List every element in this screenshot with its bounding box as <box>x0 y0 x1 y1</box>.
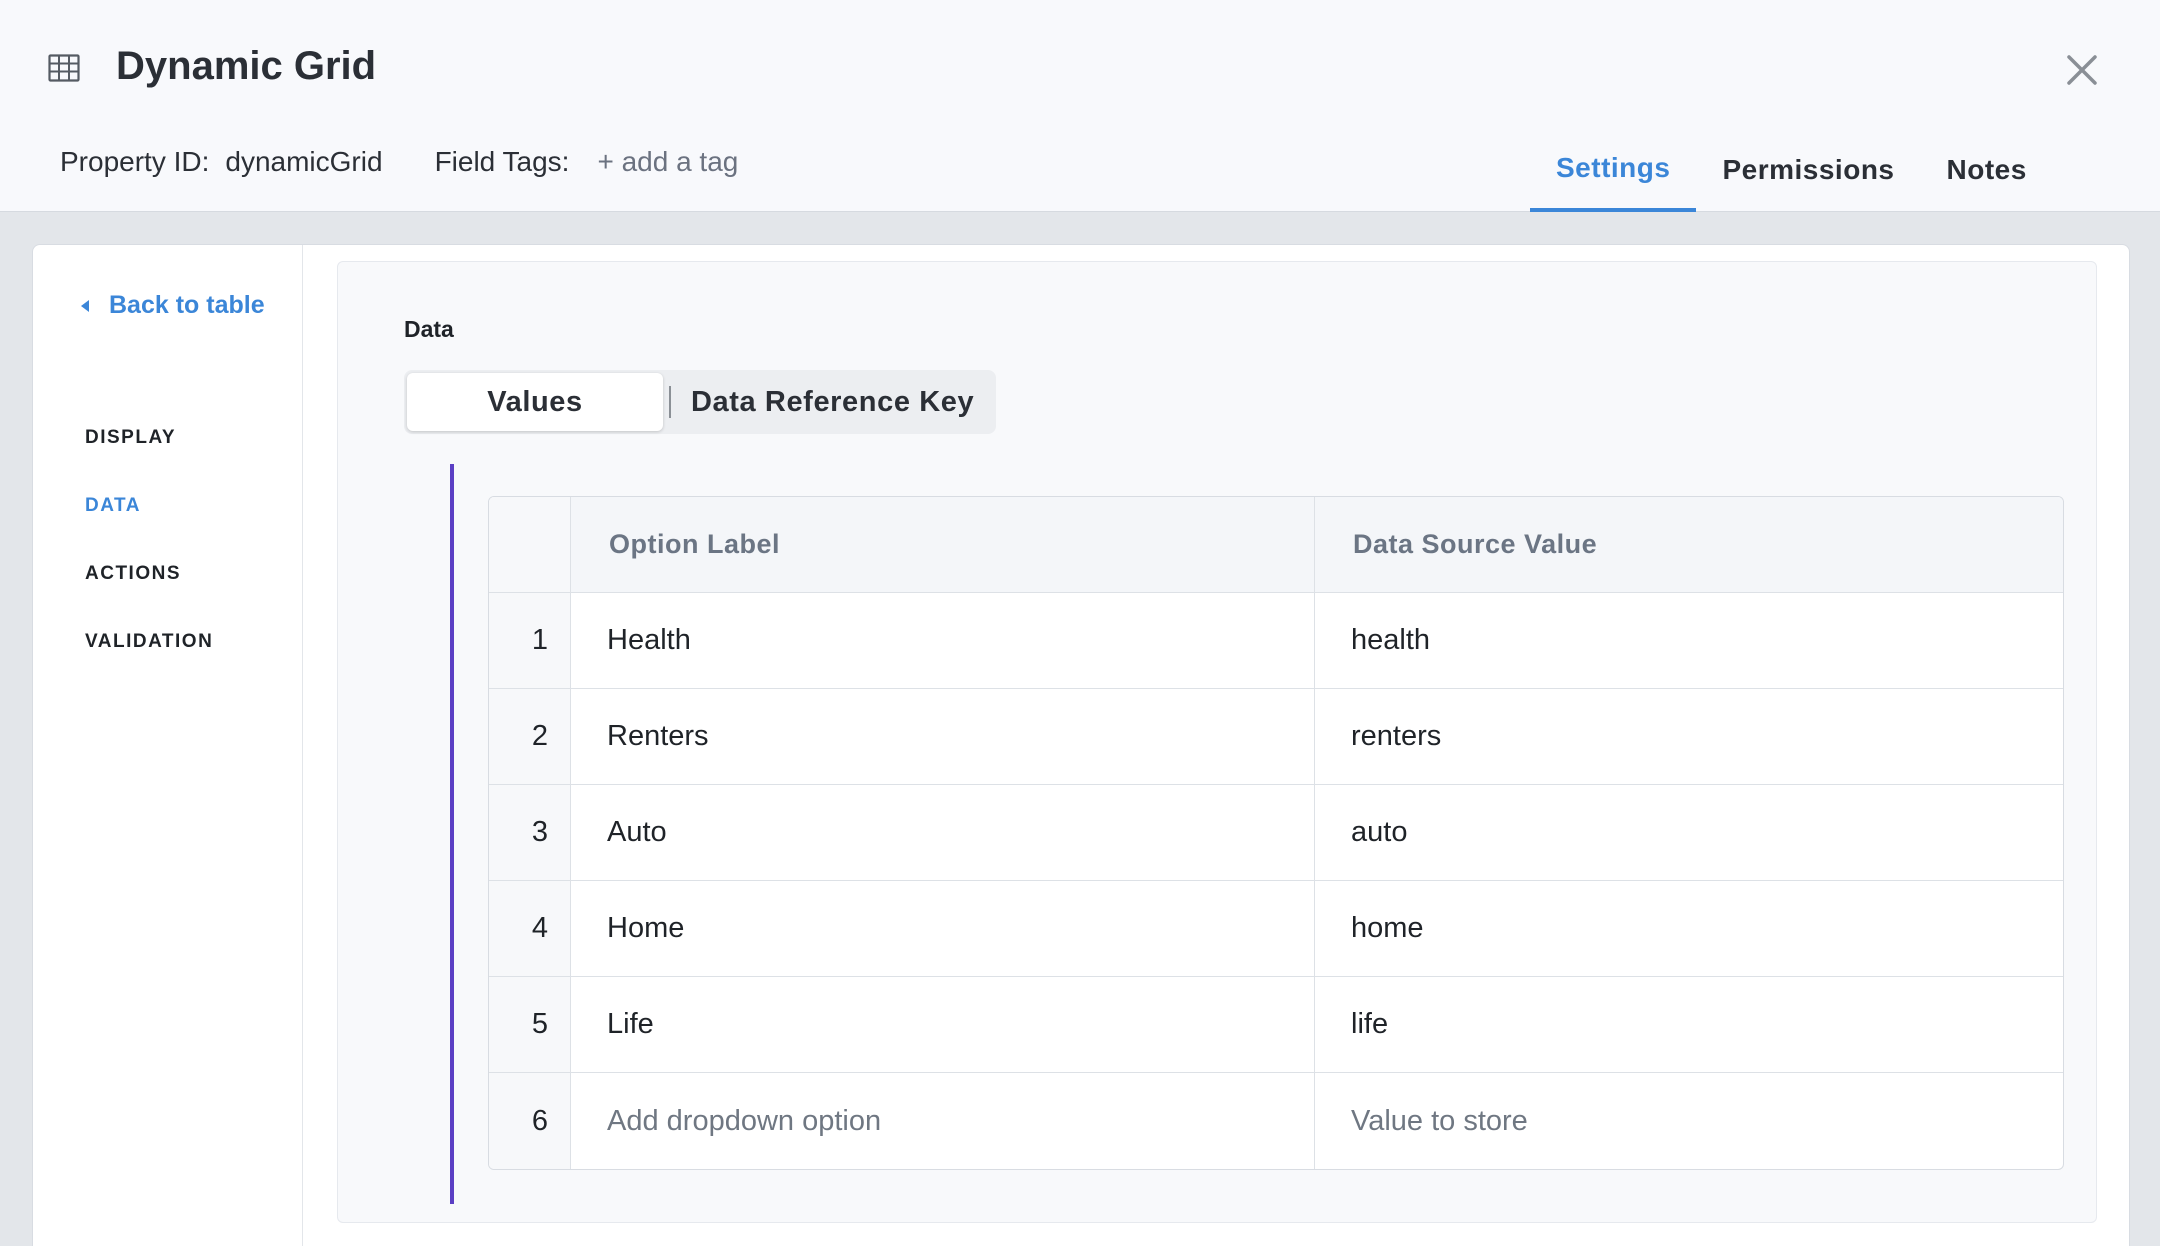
table-grid-icon <box>48 54 80 82</box>
row-number: 4 <box>489 881 571 976</box>
header-tabs: Settings Permissions Notes <box>1530 128 2053 212</box>
option-label-cell[interactable]: Health <box>571 593 1315 688</box>
options-table: Option Label Data Source Value 1 Health … <box>488 496 2064 1170</box>
option-label-cell[interactable]: Life <box>571 977 1315 1072</box>
row-number: 5 <box>489 977 571 1072</box>
back-to-table-link[interactable]: Back to table <box>79 291 265 320</box>
data-source-value-cell[interactable]: auto <box>1315 785 2063 880</box>
field-tags-label: Field Tags: <box>434 146 570 177</box>
tab-notes[interactable]: Notes <box>1921 128 2053 212</box>
option-label-cell[interactable]: Home <box>571 881 1315 976</box>
sidebar-item-actions[interactable]: ACTIONS <box>85 563 181 585</box>
meta-row: Property ID: dynamicGrid Field Tags: + a… <box>60 142 738 182</box>
tab-permissions[interactable]: Permissions <box>1696 128 1920 212</box>
table-row-new: 6 Add dropdown option Value to store <box>489 1073 2063 1169</box>
table-row: 3 Auto auto <box>489 785 2063 881</box>
sidebar-item-validation[interactable]: VALIDATION <box>85 631 213 653</box>
close-icon[interactable] <box>2064 52 2100 88</box>
section-title: Data <box>404 316 454 342</box>
row-number: 3 <box>489 785 571 880</box>
table-row: 4 Home home <box>489 881 2063 977</box>
segment-values[interactable]: Values <box>407 373 663 431</box>
sidebar-item-data[interactable]: DATA <box>85 495 141 517</box>
modal-header: Dynamic Grid Property ID: dynamicGrid Fi… <box>0 0 2160 212</box>
property-id-value: dynamicGrid <box>225 146 383 177</box>
option-label-cell[interactable]: Renters <box>571 689 1315 784</box>
sidebar: Back to table DISPLAY DATA ACTIONS VALID… <box>33 245 303 1246</box>
segmented-control: Values Data Reference Key <box>404 370 996 434</box>
row-number: 1 <box>489 593 571 688</box>
page-title: Dynamic Grid <box>116 44 377 88</box>
header-cell-num <box>489 497 571 592</box>
property-id-label: Property ID: <box>60 146 210 177</box>
table-row: 1 Health health <box>489 593 2063 689</box>
add-value-input[interactable]: Value to store <box>1315 1073 2063 1169</box>
data-source-value-cell[interactable]: renters <box>1315 689 2063 784</box>
header-cell-data-source-value: Data Source Value <box>1353 529 1598 559</box>
row-number: 6 <box>489 1073 571 1169</box>
data-content: Data Values Data Reference Key Option La… <box>337 261 2097 1223</box>
sidebar-item-display[interactable]: DISPLAY <box>85 427 176 449</box>
row-number: 2 <box>489 689 571 784</box>
settings-panel: Back to table DISPLAY DATA ACTIONS VALID… <box>32 244 2130 1246</box>
accent-bar <box>450 464 454 1204</box>
table-header-row: Option Label Data Source Value <box>489 497 2063 593</box>
data-source-value-cell[interactable]: health <box>1315 593 2063 688</box>
segment-divider <box>669 386 671 418</box>
data-source-value-cell[interactable]: life <box>1315 977 2063 1072</box>
caret-left-icon <box>81 299 89 312</box>
back-to-table-label: Back to table <box>109 291 265 319</box>
option-label-cell[interactable]: Auto <box>571 785 1315 880</box>
data-source-value-cell[interactable]: home <box>1315 881 2063 976</box>
tab-settings[interactable]: Settings <box>1530 128 1697 212</box>
table-row: 2 Renters renters <box>489 689 2063 785</box>
table-row: 5 Life life <box>489 977 2063 1073</box>
segment-data-reference-key[interactable]: Data Reference Key <box>685 373 980 431</box>
add-option-input[interactable]: Add dropdown option <box>571 1073 1315 1169</box>
add-tag-button[interactable]: + add a tag <box>597 142 738 182</box>
header-cell-option-label: Option Label <box>571 497 1315 592</box>
